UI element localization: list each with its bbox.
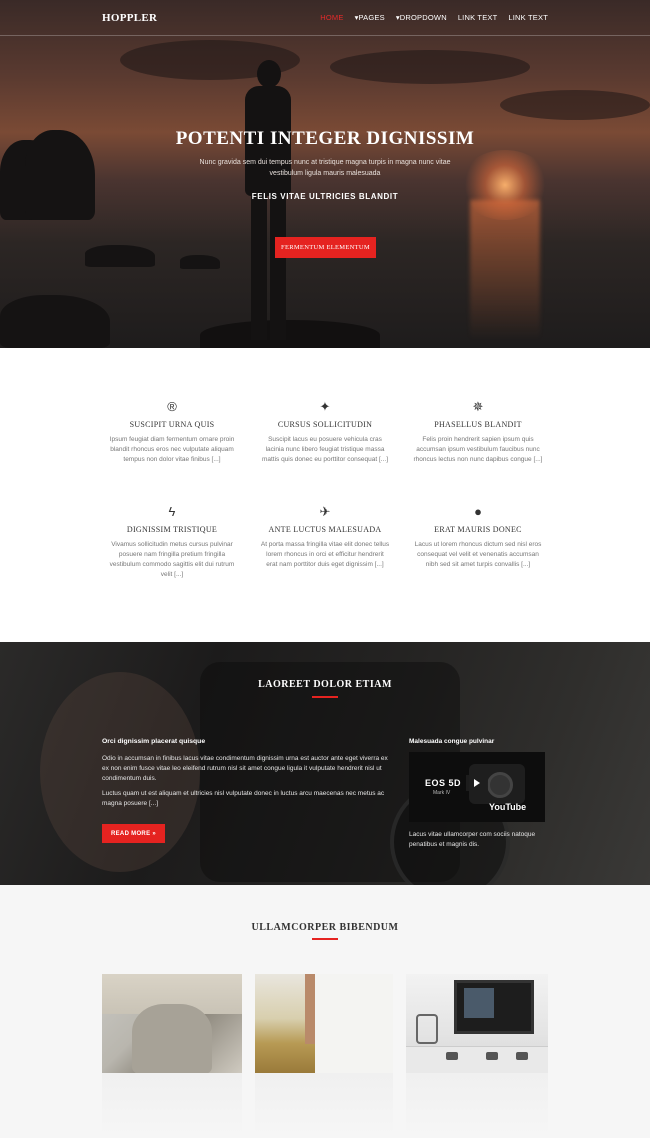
- video-caption: Lacus vitae ullamcorper com sociis natoq…: [409, 831, 536, 848]
- camera-lens-image: [487, 772, 513, 798]
- feature-title[interactable]: DIGNISSIM TRISTIQUE: [107, 525, 237, 534]
- video-model-text: Mark IV: [433, 790, 451, 796]
- camera-section: LAOREET DOLOR ETIAM Orci dignissim place…: [0, 642, 650, 885]
- brand-logo[interactable]: HOPPLER: [102, 12, 157, 24]
- youtube-logo: YouTube: [489, 802, 527, 812]
- nav-item-link-text-2[interactable]: LINK TEXT: [508, 13, 548, 22]
- feature-card: ✵ PHASELLUS BLANDIT Felis proin hendreri…: [413, 398, 543, 465]
- feature-text: Ipsum feugiat diam fermentum ornare proi…: [109, 436, 235, 463]
- feature-title[interactable]: PHASELLUS BLANDIT: [413, 420, 543, 429]
- title-underline: [312, 938, 338, 940]
- video-heading: Malesuada congue pulvinar: [409, 738, 495, 745]
- nav-item-pages[interactable]: ▾PAGES: [355, 13, 385, 22]
- hero-cloud: [330, 50, 530, 84]
- feature-title[interactable]: ERAT MAURIS DONEC: [413, 525, 543, 534]
- feature-text: Lacus ut lorem rhoncus dictum sed nisl e…: [414, 541, 542, 568]
- play-icon[interactable]: [466, 775, 488, 791]
- feature-card: ✈ ANTE LUCTUS MALESUADA At porta massa f…: [260, 503, 390, 570]
- card-placeholder: [406, 1073, 548, 1138]
- feature-text: Felis proin hendrerit sapien ipsum quis …: [413, 436, 543, 463]
- video-thumbnail[interactable]: EOS 5D Mark IV YouTube: [409, 752, 545, 822]
- feature-text: Vivamus sollicitudin metus cursus pulvin…: [109, 541, 235, 578]
- title-underline: [312, 696, 338, 698]
- section-title: ULLAMCORPER BIBENDUM: [251, 922, 399, 933]
- hero-rock: [0, 295, 110, 348]
- video-brand-text: EOS 5D: [425, 778, 462, 788]
- nav-item-dropdown[interactable]: ▾DROPDOWN: [396, 13, 447, 22]
- feature-title[interactable]: ANTE LUCTUS MALESUADA: [260, 525, 390, 534]
- fighter-jet-icon: ✈: [319, 504, 331, 519]
- hero-rock: [85, 245, 155, 267]
- hero-rock: [180, 255, 220, 269]
- hero-cloud: [500, 90, 650, 120]
- read-more-button[interactable]: READ MORE »: [102, 824, 165, 843]
- card-placeholder: [102, 1073, 242, 1138]
- rebel-icon: ✦: [319, 399, 331, 414]
- top-nav: HOPPLER HOME ▾PAGES ▾DROPDOWN LINK TEXT …: [0, 0, 650, 36]
- article-paragraph: Odio in accumsan in finibus lacus vitae …: [102, 755, 388, 782]
- gallery-photo[interactable]: [406, 974, 548, 1073]
- empire-icon: ✵: [472, 399, 484, 414]
- gallery-photo[interactable]: [255, 974, 393, 1073]
- hero-subtitle: Nunc gravida sem dui tempus nunc at tris…: [199, 159, 451, 177]
- feature-card: ✦ CURSUS SOLLICITUDIN Suscipit lacus eu …: [260, 398, 390, 465]
- section-title: LAOREET DOLOR ETIAM: [258, 679, 392, 690]
- hero-sun-reflection: [470, 200, 540, 340]
- hero-cta-button[interactable]: FERMENTUM ELEMENTUM: [275, 237, 376, 258]
- feature-title[interactable]: SUSCIPIT URNA QUIS: [107, 420, 237, 429]
- nav-item-link-text-1[interactable]: LINK TEXT: [458, 13, 498, 22]
- features-section: ® SUSCIPIT URNA QUIS Ipsum feugiat diam …: [0, 348, 650, 642]
- feature-title[interactable]: CURSUS SOLLICITUDIN: [260, 420, 390, 429]
- globe-icon: ●: [474, 504, 482, 519]
- registered-icon: ®: [167, 399, 177, 414]
- feature-card: ϟ DIGNISSIM TRISTIQUE Vivamus sollicitud…: [107, 503, 237, 580]
- hero-tagline: FELIS VITAE ULTRICIES BLANDIT: [251, 192, 399, 201]
- card-placeholder: [255, 1073, 393, 1138]
- feature-card: ® SUSCIPIT URNA QUIS Ipsum feugiat diam …: [107, 398, 237, 465]
- gallery-section: ULLAMCORPER BIBENDUM: [0, 885, 650, 1138]
- feature-text: At porta massa fringilla vitae elit done…: [260, 541, 390, 568]
- article-heading: Orci dignissim placerat quisque: [102, 738, 206, 745]
- nav-menu: HOME ▾PAGES ▾DROPDOWN LINK TEXT LINK TEX…: [320, 13, 548, 22]
- hero-title: POTENTI INTEGER DIGNISSIM: [175, 128, 475, 149]
- bolt-icon: ϟ: [168, 504, 176, 519]
- gallery-photo[interactable]: [102, 974, 242, 1073]
- feature-card: ● ERAT MAURIS DONEC Lacus ut lorem rhonc…: [413, 503, 543, 570]
- article-paragraph: Luctus quam ut est aliquam et ultricies …: [102, 790, 385, 807]
- feature-text: Suscipit lacus eu posuere vehicula cras …: [261, 436, 389, 463]
- hero-section: HOPPLER HOME ▾PAGES ▾DROPDOWN LINK TEXT …: [0, 0, 650, 348]
- nav-item-home[interactable]: HOME: [320, 13, 343, 22]
